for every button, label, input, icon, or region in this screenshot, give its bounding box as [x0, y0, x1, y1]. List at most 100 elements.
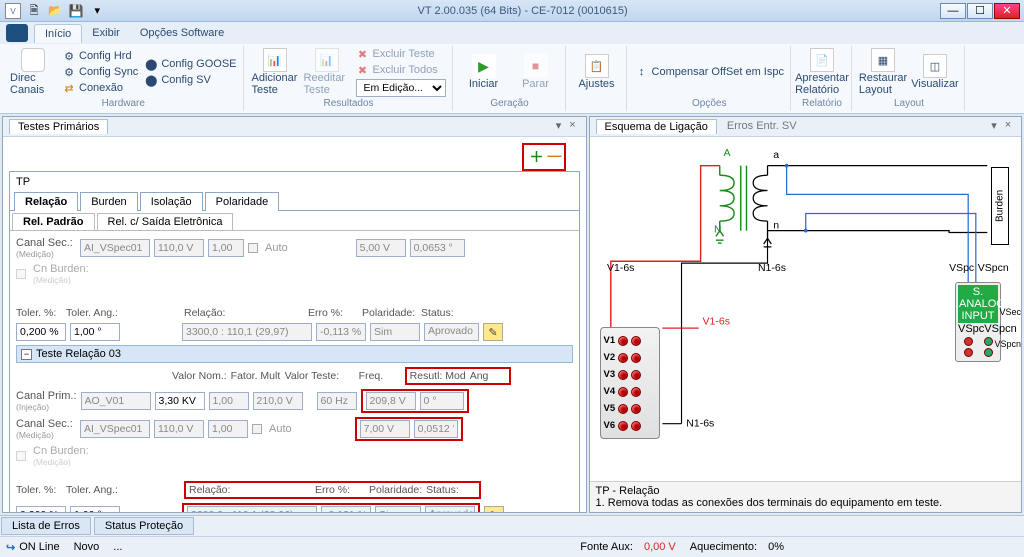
add-button[interactable]: ＋	[530, 147, 544, 167]
view-icon	[923, 54, 947, 78]
online-icon	[6, 541, 15, 554]
compensar-offset-button[interactable]: ↕Compensar OffSet em Ispc	[635, 65, 784, 79]
analog-input-block: S. ANALOG INPUT VSpcVSpcn	[955, 282, 1001, 362]
lbl-valorteste: Valor Teste:	[285, 370, 341, 382]
row-toler-1: Toler. %: Toler. Ang.: Relação: Erro %: …	[16, 307, 573, 319]
tab-polaridade[interactable]: Polaridade	[205, 192, 280, 211]
direc-canais-button[interactable]: ⇄ Direc Canais	[10, 48, 56, 96]
apresentar-relatorio-button[interactable]: Apresentar Relatório	[799, 48, 845, 96]
adicionar-teste-button[interactable]: 📊Adicionar Teste	[252, 48, 298, 96]
left-pane-tab[interactable]: Testes Primários	[9, 119, 108, 134]
group-geracao: Iniciar Parar Geração	[455, 46, 566, 111]
edit-button-2[interactable]	[484, 506, 504, 512]
subtabset: Rel. Padrão Rel. c/ Saída Eletrônica	[10, 211, 579, 231]
row-canal-sec-2: Canal Sec.:(Medição) Auto	[16, 417, 573, 441]
label-v16s-red: V1-6s	[702, 315, 729, 327]
config-sv-button[interactable]: ⬤Config SV	[144, 73, 236, 87]
inp-tolerang-1[interactable]	[70, 323, 120, 341]
tab-opcoes[interactable]: Opções Software	[130, 24, 234, 42]
group-geracao-title: Geração	[461, 98, 559, 109]
inp-secang	[414, 420, 458, 438]
inp-tolerang-2[interactable]	[70, 506, 120, 512]
jack-icon	[631, 353, 641, 363]
tab-lista-erros[interactable]: Lista de Erros	[1, 517, 91, 535]
sv-icon: ⬤	[144, 73, 158, 87]
edit-button-1[interactable]	[483, 323, 503, 341]
section-header-03[interactable]: − Teste Relação 03	[16, 345, 573, 363]
qat-new-icon[interactable]: 🗎	[26, 3, 42, 19]
pane-close-icon[interactable]: ×	[566, 119, 580, 134]
subtab-relpadrao[interactable]: Rel. Padrão	[12, 213, 95, 230]
x-all-icon	[356, 63, 370, 77]
remove-button[interactable]: —	[548, 147, 562, 167]
chk-cnburden-1[interactable]	[16, 269, 26, 279]
tab-burden[interactable]: Burden	[80, 192, 137, 211]
chk-auto-1[interactable]	[248, 243, 258, 253]
inp-relacao-2	[187, 506, 317, 512]
inp-secmult[interactable]	[208, 420, 248, 438]
inp-tolerpct-2[interactable]	[16, 506, 66, 512]
tab-isolacao[interactable]: Isolação	[140, 192, 203, 211]
tab-status-protecao[interactable]: Status Proteção	[94, 517, 194, 535]
restaurar-layout-button[interactable]: Restaurar Layout	[860, 48, 906, 96]
pane-pin-icon-r[interactable]: ▾	[987, 119, 1001, 134]
statusbar: ON Line Novo ... Fonte Aux: 0,00 V Aquec…	[0, 536, 1024, 557]
burden-box: Burden	[991, 167, 1009, 245]
qat-open-icon[interactable]: 📂	[47, 3, 63, 19]
subtab-releletronica[interactable]: Rel. c/ Saída Eletrônica	[97, 213, 234, 230]
pane-pin-icon[interactable]: ▾	[552, 119, 566, 134]
terminal-v2: V2	[604, 350, 656, 365]
group-hardware: ⇄ Direc Canais Config Hrd Config Sync Co…	[4, 46, 244, 111]
excluir-teste-button[interactable]: Excluir Teste	[356, 47, 446, 61]
excluir-todos-button[interactable]: Excluir Todos	[356, 63, 446, 77]
jack-icon	[964, 348, 973, 357]
visualizar-button[interactable]: Visualizar	[912, 54, 958, 90]
config-hrd-button[interactable]: Config Hrd	[62, 49, 138, 63]
iniciar-button[interactable]: Iniciar	[461, 54, 507, 90]
em-edicao-select[interactable]: Em Edição...	[356, 79, 446, 97]
tab-exibir[interactable]: Exibir	[82, 24, 130, 42]
maximize-button[interactable]: ☐	[967, 3, 993, 19]
lbl-polaridade-1: Polaridade:	[362, 307, 417, 319]
pane-close-icon-r[interactable]: ×	[1001, 119, 1015, 134]
inp-fmult[interactable]	[209, 392, 249, 410]
qat-dropdown-icon[interactable]: ▾	[89, 3, 105, 19]
status-online: ON Line	[6, 541, 60, 554]
inp-tolerpct-1[interactable]	[16, 323, 66, 341]
config-sync-button[interactable]: Config Sync	[62, 65, 138, 79]
sel-canal-sec-1[interactable]	[80, 239, 150, 257]
sel-canal-prim[interactable]	[81, 392, 151, 410]
app-menu-button[interactable]	[6, 24, 28, 42]
sel-canal-sec-2[interactable]	[80, 420, 150, 438]
inp-secv[interactable]	[154, 420, 204, 438]
chk-cnburden-2[interactable]	[16, 451, 26, 461]
close-button[interactable]: ✕	[994, 3, 1020, 19]
terminal-v1: V1	[604, 333, 656, 348]
right-tab-esquema[interactable]: Esquema de Ligação	[596, 119, 717, 134]
jack-icon	[964, 337, 973, 346]
group-ajustes: Ajustes	[568, 46, 627, 111]
inp-mult-1[interactable]	[208, 239, 244, 257]
ajustes-button[interactable]: Ajustes	[574, 54, 620, 90]
jack-icon	[618, 404, 628, 414]
qat-save-icon[interactable]	[68, 3, 84, 19]
collapse-toggle-icon[interactable]: −	[21, 349, 32, 360]
tab-inicio[interactable]: Início	[34, 24, 82, 43]
label-vspc: VSpc	[949, 262, 974, 274]
parar-button[interactable]: Parar	[513, 54, 559, 90]
conexao-button[interactable]: Conexão	[62, 81, 138, 95]
config-goose-button[interactable]: ⬤Config GOOSE	[144, 57, 236, 71]
label-a-small: a	[773, 149, 779, 161]
group-opcoes-title: Opções	[635, 98, 784, 109]
inp-110v-1[interactable]	[154, 239, 204, 257]
minimize-button[interactable]: —	[940, 3, 966, 19]
inp-vnom[interactable]	[155, 392, 205, 410]
tab-relacao[interactable]: Relação	[14, 192, 78, 211]
lbl-cnburden-1: Cn Burden:(Medição)	[33, 263, 93, 285]
right-tab-erros[interactable]: Erros Entr. SV	[719, 119, 805, 134]
reedit-icon: 📊	[315, 48, 339, 72]
play-icon	[472, 54, 496, 78]
reeditar-teste-button[interactable]: 📊Reeditar Teste	[304, 48, 350, 96]
chk-auto-2[interactable]	[252, 424, 262, 434]
group-resultados-title: Resultados	[252, 98, 446, 109]
